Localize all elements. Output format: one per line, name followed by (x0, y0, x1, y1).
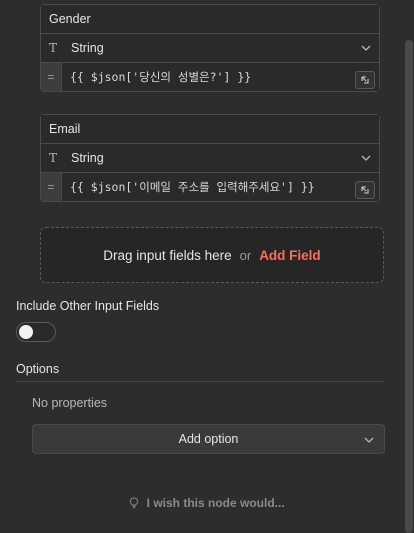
include-other-fields-toggle[interactable] (16, 322, 56, 342)
no-properties-text: No properties (32, 396, 108, 410)
text-type-icon: T (49, 41, 58, 55)
field-type-select[interactable]: T String (41, 34, 379, 63)
field-name-label: Email (49, 122, 81, 136)
field-value-row: = {{ $json['이메일 주소를 입력해주세요'] }} (41, 173, 379, 201)
node-parameters-panel: Gender T String = {{ $json['당신의 성별은?'] }… (0, 0, 414, 533)
drop-zone-or: or (239, 247, 252, 263)
toggle-knob (19, 325, 33, 339)
field-name-input[interactable]: Email (41, 115, 379, 144)
include-other-fields-label: Include Other Input Fields (16, 299, 160, 313)
feedback-link[interactable]: I wish this node would... (0, 496, 414, 512)
text-type-icon: T (49, 151, 58, 165)
feedback-text: I wish this node would... (146, 496, 285, 510)
options-divider (16, 381, 384, 382)
scrollbar-thumb[interactable] (405, 40, 413, 533)
drop-zone-text: Drag input fields here (103, 247, 232, 263)
field-value-expression[interactable]: {{ $json['당신의 성별은?'] }} (62, 63, 379, 91)
field-card-email: Email T String = {{ $json['이메일 주소를 입력해주세… (40, 114, 380, 202)
field-name-label: Gender (49, 12, 91, 26)
options-heading: Options (16, 362, 60, 376)
add-option-label: Add option (178, 432, 239, 446)
chevron-down-icon (364, 435, 374, 445)
field-drop-zone[interactable]: Drag input fields here or Add Field (40, 227, 384, 283)
field-card-gender: Gender T String = {{ $json['당신의 성별은?'] }… (40, 4, 380, 92)
field-type-label: String (71, 151, 104, 165)
chevron-down-icon (361, 153, 371, 163)
field-name-input[interactable]: Gender (41, 5, 379, 34)
add-field-link[interactable]: Add Field (259, 248, 321, 263)
field-type-select[interactable]: T String (41, 144, 379, 173)
field-value-row: = {{ $json['당신의 성별은?'] }} (41, 63, 379, 91)
field-type-label: String (71, 41, 104, 55)
expression-badge: = (41, 173, 62, 201)
field-value-expression[interactable]: {{ $json['이메일 주소를 입력해주세요'] }} (62, 173, 379, 201)
expand-editor-icon[interactable] (355, 71, 375, 89)
scrollbar-track (404, 0, 414, 533)
expression-badge: = (41, 63, 62, 91)
lightbulb-icon (129, 497, 139, 512)
chevron-down-icon (361, 43, 371, 53)
expand-editor-icon[interactable] (355, 181, 375, 199)
add-option-dropdown[interactable]: Add option (32, 424, 385, 454)
